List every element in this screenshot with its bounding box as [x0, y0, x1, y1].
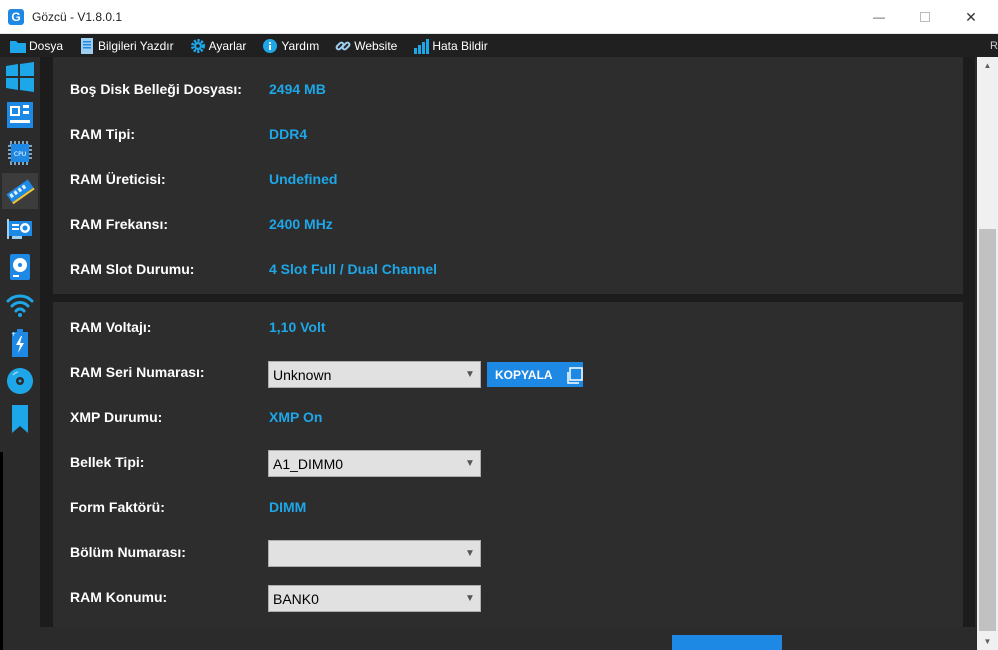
- menu-dosya[interactable]: Dosya: [10, 38, 63, 54]
- menu-hata-bildir[interactable]: Hata Bildir: [413, 38, 488, 54]
- sidebar-item-battery[interactable]: +: [2, 325, 38, 361]
- ram-serial-selected: Unknown: [273, 366, 332, 383]
- sidebar-item-ram[interactable]: [2, 173, 38, 209]
- ram-location-label: RAM Konumu:: [70, 589, 168, 605]
- window-title: Gözcü - V1.8.0.1: [32, 10, 123, 24]
- scroll-down-icon[interactable]: ▼: [977, 633, 998, 650]
- page-file-value: 2494 MB: [269, 81, 326, 97]
- chevron-down-icon: ▼: [465, 369, 475, 380]
- ram-serial-label: RAM Seri Numarası:: [70, 364, 205, 380]
- ram-frequency-value: 2400 MHz: [269, 216, 333, 232]
- ram-manufacturer-label: RAM Üreticisi:: [70, 171, 166, 187]
- page-file-label: Boş Disk Belleği Dosyası:: [70, 81, 242, 97]
- ram-manufacturer-value: Undefined: [269, 171, 338, 187]
- ram-slot-label: RAM Slot Durumu:: [70, 261, 195, 277]
- sidebar-item-wifi[interactable]: [2, 287, 38, 323]
- sidebar: CPU +: [0, 57, 40, 650]
- chevron-down-icon: ▼: [465, 458, 475, 469]
- part-number-select[interactable]: ▼: [268, 540, 481, 567]
- sidebar-item-bookmark[interactable]: [2, 401, 38, 437]
- bookmark-icon: [12, 405, 28, 433]
- gear-icon: [190, 38, 206, 54]
- folder-icon: [10, 38, 26, 54]
- form-factor-label: Form Faktörü:: [70, 499, 165, 515]
- menu-bilgileri-yazdir[interactable]: Bilgileri Yazdır: [79, 37, 174, 54]
- chevron-down-icon: ▼: [465, 593, 475, 604]
- motherboard-icon: [7, 102, 33, 128]
- form-factor-value: DIMM: [269, 499, 307, 515]
- link-icon: [335, 38, 351, 54]
- ram-serial-select[interactable]: Unknown ▼: [268, 361, 481, 388]
- sidebar-item-motherboard[interactable]: [2, 97, 38, 133]
- overflow-indicator: R: [990, 40, 998, 52]
- copy-button-label: KOPYALA: [495, 367, 553, 382]
- memory-type-select[interactable]: A1_DIMM0 ▼: [268, 450, 481, 477]
- chevron-down-icon: ▼: [465, 548, 475, 559]
- sidebar-divider: [0, 452, 3, 650]
- background-window-fragment: [672, 635, 782, 650]
- optical-disc-icon: [7, 368, 33, 394]
- scroll-up-icon[interactable]: ▲: [977, 57, 998, 74]
- close-button[interactable]: ✕: [948, 0, 994, 34]
- svg-text:CPU: CPU: [14, 151, 26, 158]
- menu-website[interactable]: Website: [335, 38, 397, 54]
- sidebar-item-cpu[interactable]: CPU: [2, 135, 38, 171]
- menu-yardim-label: Yardım: [281, 38, 320, 53]
- maximize-icon: [920, 12, 930, 22]
- menu-ayarlar[interactable]: Ayarlar: [190, 38, 247, 54]
- minimize-icon: —: [873, 10, 885, 24]
- close-icon: ✕: [965, 8, 977, 25]
- maximize-button[interactable]: [902, 0, 948, 34]
- minimize-button[interactable]: —: [856, 0, 902, 34]
- xmp-value: XMP On: [269, 409, 323, 425]
- ram-summary-panel: Boş Disk Belleği Dosyası: 2494 MB RAM Ti…: [53, 57, 963, 294]
- windows-icon: [6, 62, 34, 92]
- menu-yardim[interactable]: Yardım: [262, 38, 319, 54]
- menu-website-label: Website: [354, 38, 398, 53]
- xmp-label: XMP Durumu:: [70, 409, 163, 425]
- signal-icon: [413, 38, 430, 54]
- gpu-icon: [7, 219, 32, 239]
- document-icon: [79, 37, 95, 54]
- menu-bilgileri-yazdir-label: Bilgileri Yazdır: [98, 38, 174, 53]
- memory-type-label: Bellek Tipi:: [70, 454, 145, 470]
- ram-type-label: RAM Tipi:: [70, 126, 136, 142]
- vertical-scrollbar[interactable]: ▲ ▼: [977, 57, 998, 650]
- menu-dosya-label: Dosya: [29, 38, 64, 53]
- title-bar: G Gözcü - V1.8.0.1 — ✕: [0, 0, 998, 34]
- sidebar-item-windows[interactable]: [2, 59, 38, 95]
- svg-text:+: +: [11, 331, 16, 338]
- cpu-icon: CPU: [8, 141, 32, 165]
- ram-type-value: DDR4: [269, 126, 308, 142]
- wifi-icon: [6, 294, 34, 317]
- sidebar-item-gpu[interactable]: [2, 211, 38, 247]
- bottom-edge: [40, 627, 977, 650]
- scroll-thumb[interactable]: [979, 229, 996, 631]
- ram-icon: [6, 179, 35, 205]
- ram-voltage-value: 1,10 Volt: [269, 319, 326, 335]
- ram-voltage-label: RAM Voltajı:: [70, 319, 152, 335]
- part-number-label: Bölüm Numarası:: [70, 544, 186, 560]
- menu-ayarlar-label: Ayarlar: [208, 38, 247, 53]
- battery-icon: +: [11, 329, 28, 357]
- sidebar-item-disk[interactable]: [2, 249, 38, 285]
- copy-icon: [565, 366, 583, 384]
- info-icon: [262, 38, 278, 54]
- menu-hata-bildir-label: Hata Bildir: [432, 38, 488, 53]
- copy-button[interactable]: KOPYALA: [487, 362, 583, 387]
- sidebar-item-optical[interactable]: [2, 363, 38, 399]
- memory-type-selected: A1_DIMM0: [273, 455, 344, 472]
- ram-location-select[interactable]: BANK0 ▼: [268, 585, 481, 612]
- disk-icon: [10, 254, 30, 280]
- ram-module-panel: RAM Voltajı: 1,10 Volt RAM Seri Numarası…: [53, 302, 963, 627]
- ram-location-selected: BANK0: [273, 590, 319, 607]
- menu-bar: Dosya Bilgileri Yazdır Ayarlar Yardım We…: [0, 34, 998, 57]
- app-logo-icon: G: [8, 9, 24, 25]
- ram-frequency-label: RAM Frekansı:: [70, 216, 169, 232]
- ram-slot-value: 4 Slot Full / Dual Channel: [269, 261, 438, 277]
- ram-details-content: Boş Disk Belleği Dosyası: 2494 MB RAM Ti…: [40, 57, 975, 650]
